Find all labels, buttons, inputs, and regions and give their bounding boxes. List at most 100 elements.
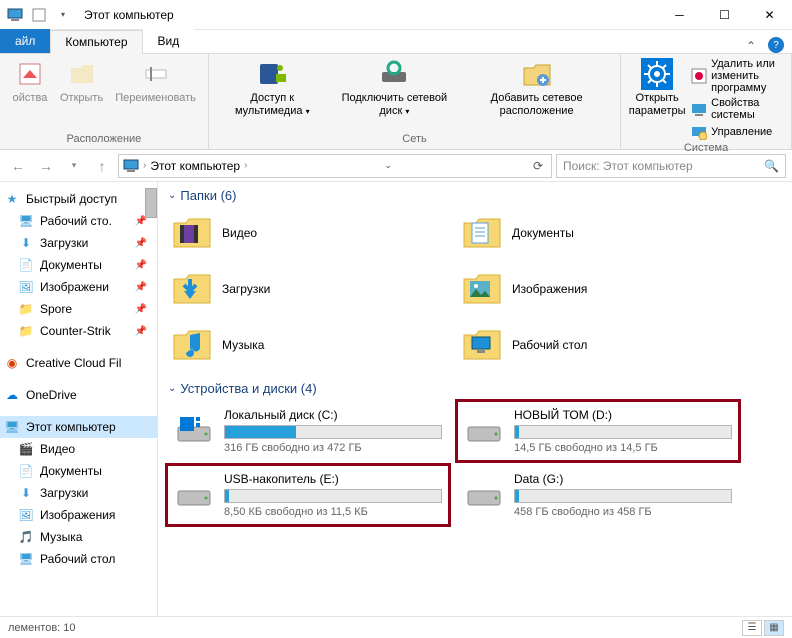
nav-documents[interactable]: 📄Документы📌 [0, 254, 157, 276]
desktop-icon: 🖥 [18, 551, 34, 567]
pin-icon: 📌 [135, 326, 147, 337]
titlebar: ▾ Этот компьютер ─ ☐ ✕ [0, 0, 792, 30]
recent-dropdown[interactable]: ▾ [62, 154, 86, 178]
system-properties-button[interactable]: Свойства системы [691, 97, 781, 121]
drive-bar [514, 425, 732, 439]
up-button[interactable]: ↑ [90, 154, 114, 178]
add-network-icon [521, 58, 553, 90]
folder-icon: 📁 [18, 301, 34, 317]
drive-g[interactable]: Data (G:) 458 ГБ свободно из 458 ГБ [458, 466, 738, 524]
manage-button[interactable]: Управление [691, 124, 781, 140]
map-drive-button[interactable]: Подключить сетевой диск ▾ [330, 56, 459, 119]
folders-section: ⌄Папки (6) Видео Документы Загрузки Изоб… [168, 188, 782, 369]
ribbon-collapse-icon[interactable]: ⌃ [738, 39, 764, 53]
qat-dropdown-icon[interactable]: ▾ [52, 4, 74, 26]
nav-downloads[interactable]: ⬇Загрузки📌 [0, 232, 157, 254]
forward-button[interactable]: → [34, 154, 58, 178]
nav-desktop2[interactable]: 🖥Рабочий стол [0, 548, 157, 570]
qat-icon-props[interactable] [28, 4, 50, 26]
maximize-button[interactable]: ☐ [702, 0, 747, 30]
nav-creative-cloud[interactable]: ◉Creative Cloud Fil [0, 352, 157, 374]
nav-desktop[interactable]: 🖥Рабочий сто.📌 [0, 210, 157, 232]
add-network-location-button[interactable]: Добавить сетевое расположение [459, 56, 614, 119]
folder-music[interactable]: Музыка [168, 321, 438, 369]
open-settings-button[interactable]: Открыть параметры [627, 56, 687, 119]
drive-bar-fill [225, 490, 229, 502]
drive-bar [224, 489, 442, 503]
nav-downloads2[interactable]: ⬇Загрузки [0, 482, 157, 504]
details-view-button[interactable]: ☰ [742, 620, 762, 636]
star-icon: ★ [4, 191, 20, 207]
media-access-button[interactable]: Доступ к мультимедиа ▾ [215, 56, 330, 119]
drive-e[interactable]: USB-накопитель (E:) 8,50 КБ свободно из … [168, 466, 448, 524]
search-placeholder: Поиск: Этот компьютер [563, 159, 693, 173]
nav-onedrive[interactable]: ☁OneDrive [0, 384, 157, 406]
tab-computer[interactable]: Компьютер [50, 30, 142, 54]
minimize-button[interactable]: ─ [657, 0, 702, 30]
close-button[interactable]: ✕ [747, 0, 792, 30]
tab-file[interactable]: айл [0, 29, 50, 53]
back-button[interactable]: ← [6, 154, 30, 178]
nav-spore[interactable]: 📁Spore📌 [0, 298, 157, 320]
documents-folder-icon [462, 213, 502, 253]
chevron-down-icon: ⌄ [168, 190, 176, 201]
refresh-button[interactable]: ⟳ [529, 159, 547, 173]
nav-pictures[interactable]: 🖼Изображени📌 [0, 276, 157, 298]
drive-icon [464, 475, 504, 515]
uninstall-icon [691, 68, 707, 84]
pictures-icon: 🖼 [18, 279, 34, 295]
nav-video[interactable]: 🎬Видео [0, 438, 157, 460]
drive-bar-fill [225, 426, 296, 438]
chevron-down-icon: ⌄ [168, 383, 176, 394]
video-folder-icon [172, 213, 212, 253]
search-icon[interactable]: 🔍 [764, 159, 779, 173]
nav-thispc[interactable]: 🖥Этот компьютер [0, 416, 157, 438]
downloads-icon: ⬇ [18, 235, 34, 251]
folders-header[interactable]: ⌄Папки (6) [168, 188, 782, 203]
content-pane: ⌄Папки (6) Видео Документы Загрузки Изоб… [158, 182, 792, 616]
drive-c[interactable]: Локальный диск (C:) 316 ГБ свободно из 4… [168, 402, 448, 460]
folder-pictures[interactable]: Изображения [458, 265, 728, 313]
addr-dropdown-icon[interactable]: ⌄ [380, 160, 396, 171]
music-folder-icon [172, 325, 212, 365]
nav-pictures2[interactable]: 🖼Изображения [0, 504, 157, 526]
main-area: ★Быстрый доступ 🖥Рабочий сто.📌 ⬇Загрузки… [0, 182, 792, 616]
item-count: лементов: 10 [8, 622, 76, 634]
folder-desktop[interactable]: Рабочий стол [458, 321, 728, 369]
tab-view[interactable]: Вид [143, 29, 195, 53]
nav-music[interactable]: 🎵Музыка [0, 526, 157, 548]
qat-icon-thispc[interactable] [4, 4, 26, 26]
nav-quick-access[interactable]: ★Быстрый доступ [0, 188, 157, 210]
breadcrumb[interactable]: Этот компьютер [150, 159, 240, 173]
crumb-sep-icon[interactable]: › [244, 160, 247, 171]
search-input[interactable]: Поиск: Этот компьютер 🔍 [556, 154, 786, 178]
desktop-folder-icon [462, 325, 502, 365]
drive-icon [464, 411, 504, 451]
music-icon: 🎵 [18, 529, 34, 545]
sysprops-icon [691, 101, 707, 117]
folder-documents[interactable]: Документы [458, 209, 728, 257]
address-box[interactable]: › Этот компьютер › ⌄ ⟳ [118, 154, 552, 178]
uninstall-button[interactable]: Удалить или изменить программу [691, 58, 781, 94]
drives-section: ⌄Устройства и диски (4) Локальный диск (… [168, 381, 782, 524]
nav-documents2[interactable]: 📄Документы [0, 460, 157, 482]
rename-button[interactable]: Переименовать [109, 56, 202, 107]
pin-icon: 📌 [135, 238, 147, 249]
pin-icon: 📌 [135, 260, 147, 271]
window-title: Этот компьютер [84, 8, 174, 22]
drive-icon [174, 411, 214, 451]
drive-d[interactable]: НОВЫЙ ТОМ (D:) 14,5 ГБ свободно из 14,5 … [458, 402, 738, 460]
folder-video[interactable]: Видео [168, 209, 438, 257]
open-button[interactable]: Открыть [54, 56, 109, 107]
address-bar: ← → ▾ ↑ › Этот компьютер › ⌄ ⟳ Поиск: Эт… [0, 150, 792, 182]
folder-downloads[interactable]: Загрузки [168, 265, 438, 313]
drives-header[interactable]: ⌄Устройства и диски (4) [168, 381, 782, 396]
properties-icon [14, 58, 46, 90]
pictures-folder-icon [462, 269, 502, 309]
properties-button[interactable]: ойства [6, 56, 54, 107]
help-icon[interactable]: ? [768, 37, 784, 53]
nav-counterstrike[interactable]: 📁Counter-Strik📌 [0, 320, 157, 342]
crumb-sep-icon[interactable]: › [143, 160, 146, 171]
tiles-view-button[interactable]: ▦ [764, 620, 784, 636]
thispc-icon: 🖥 [4, 419, 20, 435]
